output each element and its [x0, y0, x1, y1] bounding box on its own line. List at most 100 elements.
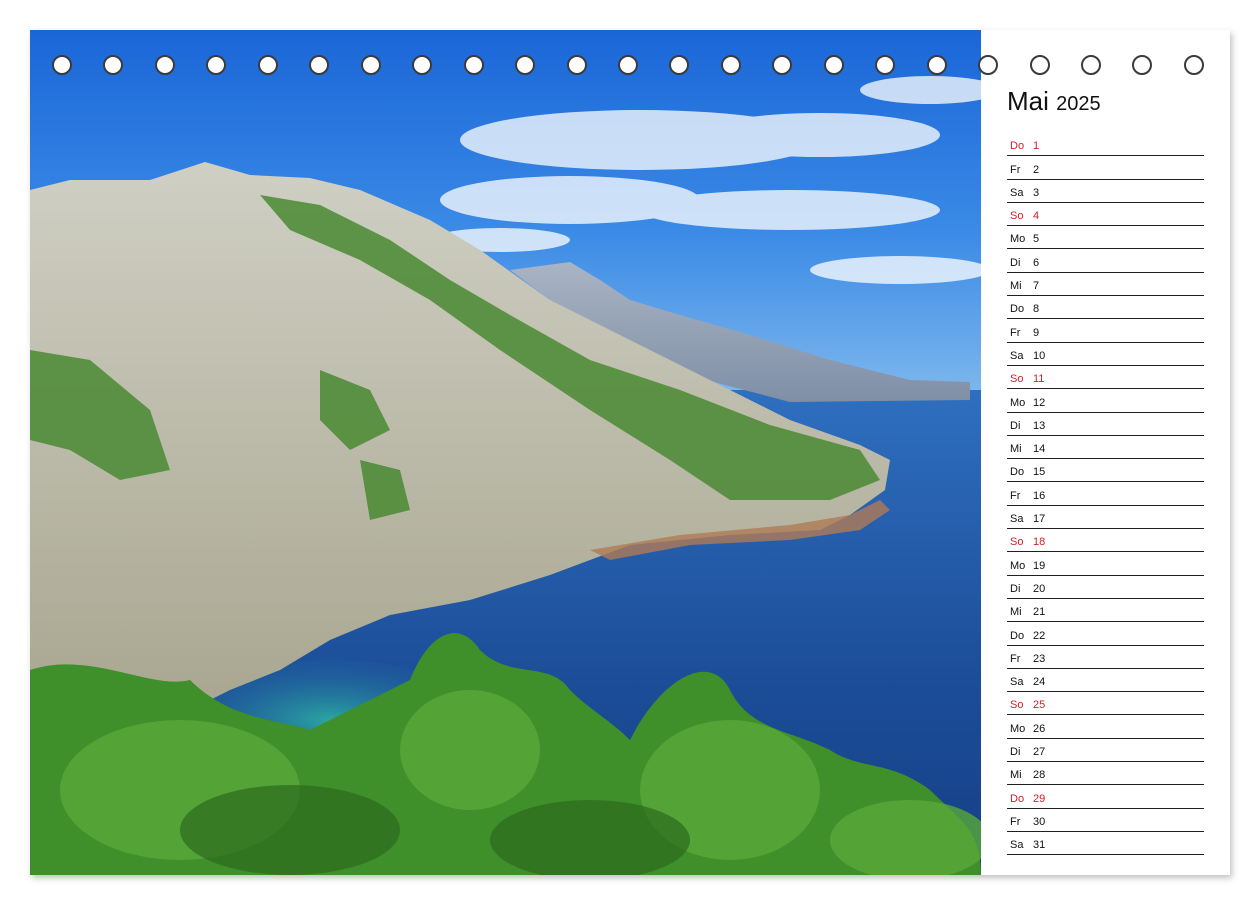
day-row: Mo 19	[1007, 552, 1204, 576]
day-number: 26	[1033, 722, 1046, 735]
day-number: 22	[1033, 629, 1046, 642]
day-row: Mo 5	[1007, 226, 1204, 250]
day-number: 15	[1033, 466, 1046, 479]
day-row: Fr 2	[1007, 156, 1204, 180]
weekday-label: Fr	[1010, 815, 1021, 828]
weekday-label: Fr	[1010, 652, 1021, 665]
weekday-label: Mo	[1010, 722, 1026, 735]
day-row: Mi 28	[1007, 762, 1204, 786]
day-row: Fr 9	[1007, 319, 1204, 343]
day-number: 11	[1033, 373, 1045, 386]
day-number: 25	[1033, 699, 1046, 712]
day-row: Mi 7	[1007, 273, 1204, 297]
weekday-label: Di	[1010, 746, 1021, 759]
day-number: 16	[1033, 489, 1046, 502]
day-number: 23	[1033, 652, 1046, 665]
weekday-label: Di	[1010, 582, 1021, 595]
day-list: Do 1 Fr 2 Sa 3 So 4 Mo 5 Di 6 Mi 7 Do 8 Fr 9 Sa 10 So 11 Mo 12 D…	[1007, 133, 1204, 856]
day-row: Sa 31	[1007, 832, 1204, 856]
weekday-label: Mi	[1010, 280, 1022, 293]
binding-ring	[1029, 55, 1050, 75]
weekday-label: Mi	[1010, 606, 1022, 619]
day-row: Di 13	[1007, 413, 1204, 436]
day-number: 7	[1033, 280, 1040, 293]
weekday-label: So	[1010, 373, 1024, 386]
weekday-label: Fr	[1010, 326, 1021, 339]
day-row: Di 27	[1007, 739, 1204, 763]
weekday-label: Sa	[1010, 513, 1024, 526]
weekday-label: So	[1010, 699, 1024, 712]
binding-ring	[1132, 55, 1153, 75]
day-row: Sa 24	[1007, 669, 1204, 693]
day-row: Do 8	[1007, 296, 1204, 320]
day-row: Sa 3	[1007, 180, 1204, 203]
weekday-label: Fr	[1010, 489, 1021, 502]
day-row: Sa 17	[1007, 506, 1204, 530]
day-row: So 4	[1007, 203, 1204, 227]
day-row: Fr 30	[1007, 809, 1204, 832]
weekday-label: Fr	[1010, 163, 1021, 176]
day-row: So 18	[1007, 529, 1204, 553]
day-number: 1	[1033, 140, 1040, 153]
day-number: 5	[1033, 233, 1040, 246]
year-label: 2025	[1056, 93, 1101, 115]
day-number: 4	[1033, 210, 1040, 223]
weekday-label: Di	[1010, 256, 1021, 269]
weekday-label: So	[1010, 210, 1024, 223]
weekday-label: So	[1010, 536, 1024, 549]
day-number: 24	[1033, 676, 1046, 689]
weekday-label: Di	[1010, 419, 1021, 432]
day-row: Do 1	[1007, 133, 1204, 157]
landscape-illustration	[30, 30, 981, 875]
day-number: 12	[1033, 396, 1046, 409]
day-row: Di 6	[1007, 249, 1204, 273]
day-row: Mi 21	[1007, 599, 1204, 623]
day-number: 2	[1033, 163, 1040, 176]
weekday-label: Mi	[1010, 769, 1022, 782]
weekday-label: Mo	[1010, 233, 1026, 246]
day-number: 30	[1033, 815, 1046, 828]
day-number: 17	[1033, 513, 1046, 526]
day-number: 9	[1033, 326, 1040, 339]
day-number: 14	[1033, 443, 1046, 456]
day-number: 20	[1033, 582, 1046, 595]
day-number: 29	[1033, 792, 1046, 805]
month-name: Mai	[1007, 86, 1049, 116]
day-number: 28	[1033, 769, 1046, 782]
day-number: 3	[1033, 186, 1040, 199]
day-row: So 11	[1007, 366, 1204, 390]
day-number: 10	[1033, 349, 1046, 362]
day-row: Mo 12	[1007, 389, 1204, 413]
weekday-label: Mo	[1010, 559, 1026, 572]
weekday-label: Do	[1010, 466, 1025, 479]
weekday-label: Sa	[1010, 349, 1024, 362]
day-number: 19	[1033, 559, 1046, 572]
day-number: 21	[1033, 606, 1046, 619]
month-title: Mai 2025	[1007, 86, 1204, 119]
calendar-page: Mai 2025 Do 1 Fr 2 Sa 3 So 4 Mo 5 Di 6 Mi 7 Do 8 Fr 9 Sa 10…	[30, 30, 1230, 875]
day-row: Fr 23	[1007, 646, 1204, 669]
day-number: 31	[1033, 839, 1046, 852]
day-row: Mo 26	[1007, 715, 1204, 739]
day-number: 18	[1033, 536, 1046, 549]
day-row: Fr 16	[1007, 482, 1204, 506]
day-number: 13	[1033, 419, 1046, 432]
binding-ring	[1081, 55, 1101, 75]
weekday-label: Sa	[1010, 676, 1024, 689]
day-row: Mi 14	[1007, 436, 1204, 460]
day-row: Do 29	[1007, 785, 1204, 809]
binding-ring	[978, 55, 999, 75]
weekday-label: Do	[1010, 140, 1025, 153]
weekday-label: Do	[1010, 792, 1025, 805]
weekday-label: Do	[1010, 303, 1025, 316]
day-row: So 25	[1007, 692, 1204, 716]
month-calendar: Mai 2025 Do 1 Fr 2 Sa 3 So 4 Mo 5 Di 6 Mi 7 Do 8 Fr 9 Sa 10…	[1007, 86, 1204, 856]
coastal-landscape-photo	[30, 30, 981, 875]
day-number: 8	[1033, 303, 1040, 316]
day-row: Do 15	[1007, 459, 1204, 483]
weekday-label: Mo	[1010, 396, 1026, 409]
weekday-label: Do	[1010, 629, 1025, 642]
weekday-label: Sa	[1010, 839, 1024, 852]
day-row: Do 22	[1007, 622, 1204, 646]
day-row: Di 20	[1007, 576, 1204, 599]
